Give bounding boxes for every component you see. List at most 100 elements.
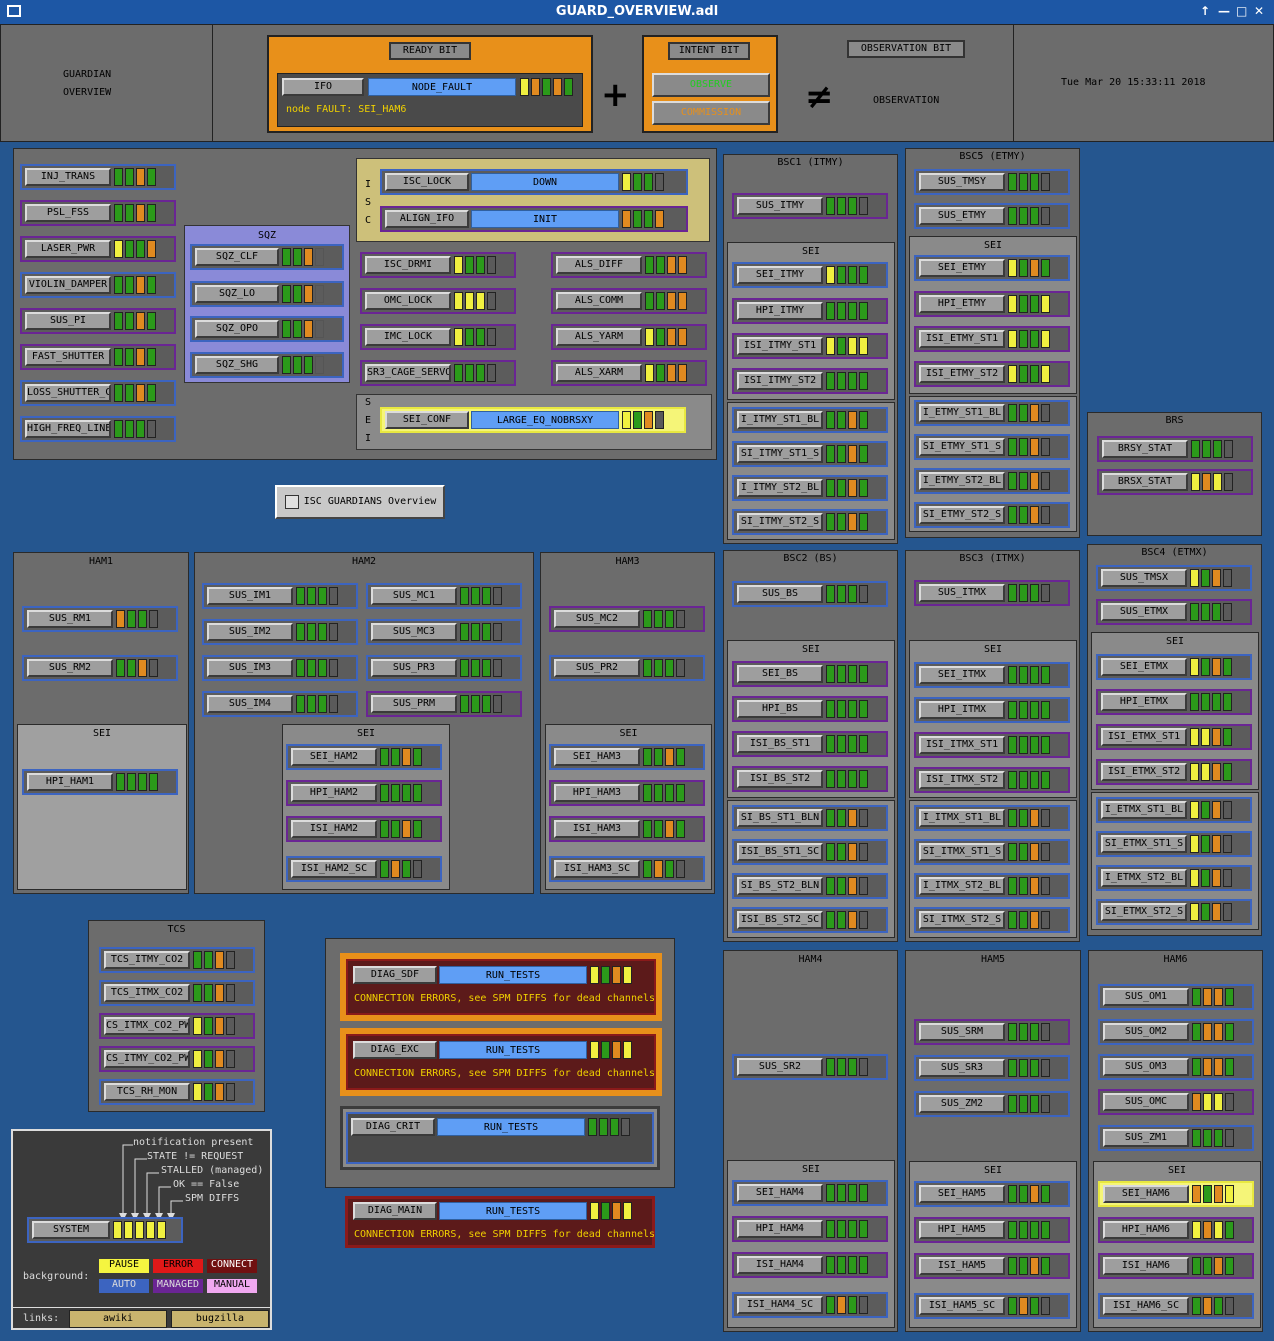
diag-main-button[interactable]: DIAG_MAIN (353, 1202, 437, 1220)
inj-trans-button[interactable]: INJ_TRANS (25, 168, 111, 186)
awiki-link[interactable]: awiki (69, 1310, 167, 1328)
sqz-shg-button[interactable]: SQZ_SHG (195, 356, 279, 374)
etmx-st2-s-button[interactable]: SI_ETMX_ST2_S (1101, 903, 1187, 921)
sei-ham3-button[interactable]: SEI_HAM3 (554, 748, 640, 766)
itmx-st2-s-button[interactable]: SI_ITMX_ST2_S (919, 911, 1005, 929)
hpi-bs-button[interactable]: HPI_BS (737, 700, 823, 718)
isi-ham5-button[interactable]: ISI_HAM5 (919, 1257, 1005, 1275)
sus-bs-button[interactable]: SUS_BS (737, 585, 823, 603)
bs-st1-sc-button[interactable]: ISI_BS_ST1_SC (737, 843, 823, 861)
isi-ham3-sc-button[interactable]: ISI_HAM3_SC (554, 860, 640, 878)
sus-sr3-button[interactable]: SUS_SR3 (919, 1059, 1005, 1077)
sus-mc3-button[interactable]: SUS_MC3 (371, 623, 457, 641)
sus-om2-button[interactable]: SUS_OM2 (1103, 1023, 1189, 1041)
sus-im4-button[interactable]: SUS_IM4 (207, 695, 293, 713)
sus-itmx-button[interactable]: SUS_ITMX (919, 584, 1005, 602)
tcs-rh-mon-button[interactable]: TCS_RH_MON (104, 1083, 190, 1101)
hpi-ham2-button[interactable]: HPI_HAM2 (291, 784, 377, 802)
etmx-st2-bl-button[interactable]: I_ETMX_ST2_BL (1101, 869, 1187, 887)
maximize-icon[interactable]: □ (1236, 4, 1247, 18)
sus-zm2-button[interactable]: SUS_ZM2 (919, 1095, 1005, 1113)
etmy-st2-s-button[interactable]: SI_ETMY_ST2_S (919, 506, 1005, 524)
sus-zm1-button[interactable]: SUS_ZM1 (1103, 1129, 1189, 1147)
sei-etmy-button[interactable]: SEI_ETMY (919, 259, 1005, 277)
tcs-itmx-co2-pwr-button[interactable]: CS_ITMX_CO2_PW (104, 1017, 190, 1035)
hpi-ham5-button[interactable]: HPI_HAM5 (919, 1221, 1005, 1239)
isc-lock-button[interactable]: ISC_LOCK (385, 173, 469, 191)
hpi-ham3-button[interactable]: HPI_HAM3 (554, 784, 640, 802)
sus-pr3-button[interactable]: SUS_PR3 (371, 659, 457, 677)
sus-om1-button[interactable]: SUS_OM1 (1103, 988, 1189, 1006)
system-button[interactable]: SYSTEM (32, 1221, 110, 1239)
align-ifo-button[interactable]: ALIGN_IFO (385, 210, 469, 228)
isi-etmy-st1-button[interactable]: ISI_ETMY_ST1 (919, 330, 1005, 348)
bugzilla-link[interactable]: bugzilla (171, 1310, 269, 1328)
isi-itmx-st2-button[interactable]: ISI_ITMX_ST2 (919, 771, 1005, 789)
sus-sr2-button[interactable]: SUS_SR2 (737, 1058, 823, 1076)
brsx-stat-button[interactable]: BRSX_STAT (1102, 473, 1188, 491)
sus-pr2-button[interactable]: SUS_PR2 (554, 659, 640, 677)
commission-button[interactable]: COMMISSION (652, 101, 770, 125)
hpi-itmx-button[interactable]: HPI_ITMX (919, 701, 1005, 719)
isi-ham4-button[interactable]: ISI_HAM4 (737, 1256, 823, 1274)
itmy-st2-s-button[interactable]: SI_ITMY_ST2_S (737, 513, 823, 531)
sus-mc1-button[interactable]: SUS_MC1 (371, 587, 457, 605)
sqz-clf-button[interactable]: SQZ_CLF (195, 248, 279, 266)
diag-crit-button[interactable]: DIAG_CRIT (351, 1118, 435, 1136)
sus-etmy-button[interactable]: SUS_ETMY (919, 207, 1005, 225)
sqz-opo-button[interactable]: SQZ_OPO (195, 320, 279, 338)
sus-rm1-button[interactable]: SUS_RM1 (27, 610, 113, 628)
itmx-st1-s-button[interactable]: SI_ITMX_ST1_S (919, 843, 1005, 861)
sus-prm-button[interactable]: SUS_PRM (371, 695, 457, 713)
bs-st2-bln-button[interactable]: SI_BS_ST2_BLN (737, 877, 823, 895)
isi-ham3-button[interactable]: ISI_HAM3 (554, 820, 640, 838)
isi-itmy-st1-button[interactable]: ISI_ITMY_ST1 (737, 337, 823, 355)
sei-ham5-button[interactable]: SEI_HAM5 (919, 1185, 1005, 1203)
sei-bs-button[interactable]: SEI_BS (737, 665, 823, 683)
etmy-st2-bl-button[interactable]: I_ETMY_ST2_BL (919, 472, 1005, 490)
sus-srm-button[interactable]: SUS_SRM (919, 1023, 1005, 1041)
isc-drmi-button[interactable]: ISC_DRMI (365, 256, 451, 274)
bs-st1-bln-button[interactable]: SI_BS_ST1_BLN (737, 809, 823, 827)
isi-ham6-button[interactable]: ISI_HAM6 (1103, 1257, 1189, 1275)
isi-ham2-sc-button[interactable]: ISI_HAM2_SC (291, 860, 377, 878)
als-xarm-button[interactable]: ALS_XARM (556, 364, 642, 382)
loss-shutter-button[interactable]: LOSS_SHUTTER_C (25, 384, 111, 402)
isi-ham4-sc-button[interactable]: ISI_HAM4_SC (737, 1296, 823, 1314)
sei-ham4-button[interactable]: SEI_HAM4 (737, 1184, 823, 1202)
high-freq-lines-button[interactable]: HIGH_FREQ_LINE (25, 420, 111, 438)
sus-pi-button[interactable]: SUS_PI (25, 312, 111, 330)
isc-guardians-overview-button[interactable]: ISC GUARDIANS Overview (275, 485, 445, 519)
hpi-ham4-button[interactable]: HPI_HAM4 (737, 1220, 823, 1238)
als-comm-button[interactable]: ALS_COMM (556, 292, 642, 310)
raise-icon[interactable]: ↑ (1200, 4, 1210, 18)
hpi-ham6-button[interactable]: HPI_HAM6 (1103, 1221, 1189, 1239)
sei-etmx-button[interactable]: SEI_ETMX (1101, 658, 1187, 676)
isi-ham2-button[interactable]: ISI_HAM2 (291, 820, 377, 838)
sus-etmx-button[interactable]: SUS_ETMX (1101, 603, 1187, 621)
isi-bs-st1-button[interactable]: ISI_BS_ST1 (737, 735, 823, 753)
violin-damper-button[interactable]: VIOLIN_DAMPER (25, 276, 111, 294)
isi-etmx-st1-button[interactable]: ISI_ETMX_ST1 (1101, 728, 1187, 746)
etmx-st1-s-button[interactable]: SI_ETMX_ST1_S (1101, 835, 1187, 853)
hpi-ham1-button[interactable]: HPI_HAM1 (27, 773, 113, 791)
sus-tmsx-button[interactable]: SUS_TMSX (1101, 569, 1187, 587)
close-icon[interactable]: ✕ (1254, 4, 1264, 18)
itmy-st1-s-button[interactable]: SI_ITMY_ST1_S (737, 445, 823, 463)
etmx-st1-bl-button[interactable]: I_ETMX_ST1_BL (1101, 801, 1187, 819)
sus-tmsy-button[interactable]: SUS_TMSY (919, 173, 1005, 191)
tcs-itmy-co2-pwr-button[interactable]: CS_ITMY_CO2_PW (104, 1050, 190, 1068)
etmy-st1-bl-button[interactable]: I_ETMY_ST1_BL (919, 404, 1005, 422)
etmy-st1-s-button[interactable]: SI_ETMY_ST1_S (919, 438, 1005, 456)
itmy-st2-bl-button[interactable]: I_ITMY_ST2_BL (737, 479, 823, 497)
psl-fss-button[interactable]: PSL_FSS (25, 204, 111, 222)
itmx-st1-bl-button[interactable]: I_ITMX_ST1_BL (919, 809, 1005, 827)
imc-lock-button[interactable]: IMC_LOCK (365, 328, 451, 346)
brsy-stat-button[interactable]: BRSY_STAT (1102, 440, 1188, 458)
diag-exc-button[interactable]: DIAG_EXC (353, 1041, 437, 1059)
sei-ham2-button[interactable]: SEI_HAM2 (291, 748, 377, 766)
minimize-icon[interactable]: — (1218, 4, 1230, 18)
ifo-button[interactable]: IFO (282, 78, 364, 96)
fast-shutter-button[interactable]: FAST_SHUTTER (25, 348, 111, 366)
isi-bs-st2-button[interactable]: ISI_BS_ST2 (737, 770, 823, 788)
